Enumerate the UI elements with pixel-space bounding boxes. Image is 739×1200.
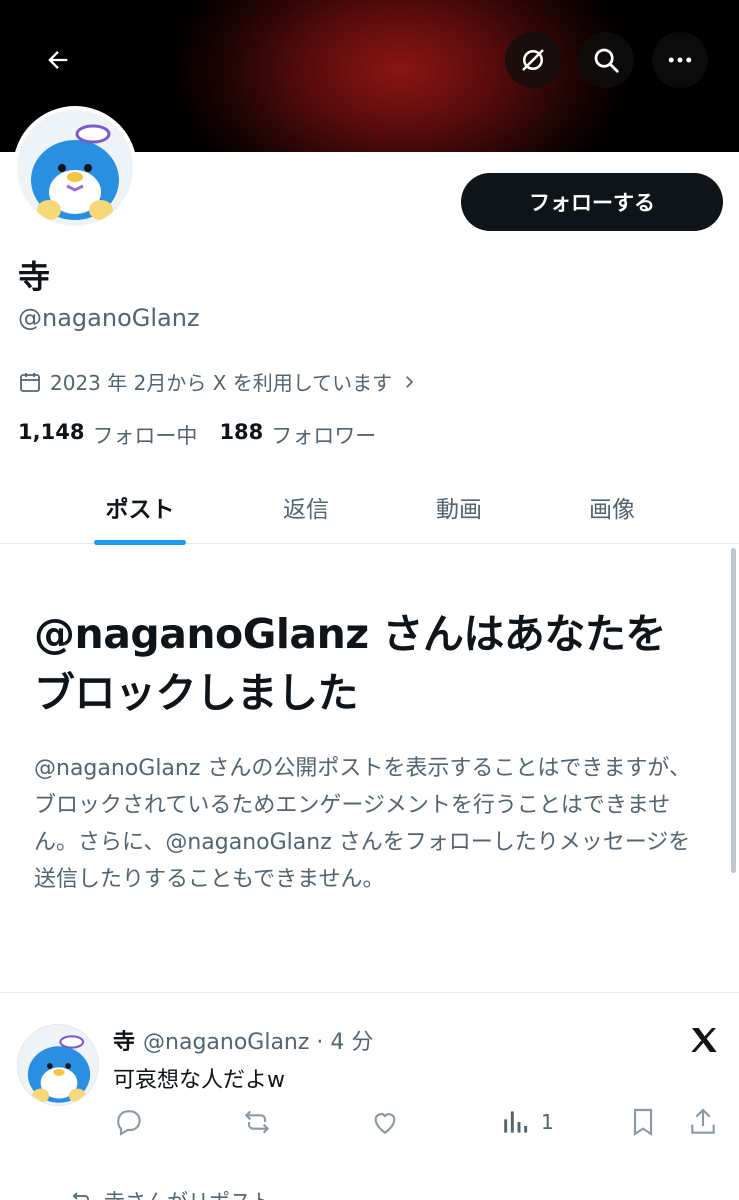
share-icon [691,1108,715,1134]
repost-icon [72,1192,89,1200]
blocked-description: @naganoGlanz さんの公開ポストを表示することはできますが、ブロックさ… [34,756,691,892]
following-count: 1,148 [18,420,85,444]
tweet-header: 寺 @naganoGlanz · 4 分 [113,1024,373,1056]
tweet-author-name[interactable]: 寺 [113,1024,135,1056]
like-icon [374,1113,396,1134]
blocked-notice: @naganoGlanz さんはあなたをブロックしました @naganoGlan… [0,545,739,993]
x-logo [688,1024,720,1060]
followers-label: フォロワー [271,424,377,448]
followers-stat[interactable]: 188 フォロワー [219,420,376,450]
repost-icon [244,1110,270,1134]
tweet-handle-time: @naganoGlanz · 4 分 [143,1030,374,1055]
bookmark-icon [633,1108,653,1136]
calendar-icon [20,372,40,392]
blocked-title: @naganoGlanz さんはあなたをブロックしました [34,610,666,717]
more-icon [668,57,692,63]
penguin-avatar-icon [18,1025,98,1105]
joined-date[interactable]: 2023 年 2月から X を利用しています [18,367,418,396]
following-label: フォロー中 [92,424,198,448]
tab-videos-label: 動画 [436,497,482,523]
like-button[interactable] [369,1106,401,1138]
back-button[interactable] [30,32,86,88]
tweet[interactable]: 寺 @naganoGlanz · 4 分 可哀想な人だよw 1 寺さんがリポスト [0,994,739,1200]
tweet-avatar[interactable] [17,1024,99,1106]
x-logo-icon [691,1028,717,1052]
tab-posts-label: ポスト [105,497,175,523]
chevron-right-icon [406,375,414,388]
search-button[interactable] [578,32,634,88]
profile-tabs: ポスト 返信 動画 画像 [0,470,739,545]
tweet-text: 可哀想な人だよw [113,1068,285,1093]
following-stat[interactable]: 1,148 フォロー中 [18,420,197,450]
repost-note: 寺さんがリポスト [70,1186,272,1200]
more-button[interactable] [652,32,708,88]
tab-posts[interactable]: ポスト [48,470,232,545]
search-icon [594,48,619,73]
views-button[interactable]: 1 [499,1106,554,1138]
tab-replies-label: 返信 [283,497,329,523]
tab-images-label: 画像 [589,497,635,523]
reply-button[interactable] [113,1106,145,1138]
display-name: 寺 [18,258,51,296]
followers-count: 188 [219,420,264,444]
reply-icon [117,1110,141,1136]
joined-text: 2023 年 2月から X を利用しています [50,371,393,395]
profile-avatar[interactable] [13,106,137,230]
share-button[interactable] [687,1106,719,1138]
scrollbar[interactable] [731,548,736,873]
views-count: 1 [541,1110,554,1134]
profile-handle: @naganoGlanz [18,304,200,332]
grok-button[interactable] [505,32,561,88]
views-icon [504,1111,528,1133]
tab-images[interactable]: 画像 [520,470,704,544]
tweet-actions: 1 [113,1106,723,1142]
repost-button[interactable] [241,1106,273,1138]
bookmark-button[interactable] [627,1106,659,1138]
penguin-avatar-icon [17,110,133,226]
follow-stats: 1,148 フォロー中 188 フォロワー [18,420,376,450]
follow-button[interactable]: フォローする [461,173,723,231]
repost-note-text: 寺さんがリポスト [104,1186,272,1200]
back-arrow-icon [48,51,68,69]
grok-icon [522,49,544,71]
